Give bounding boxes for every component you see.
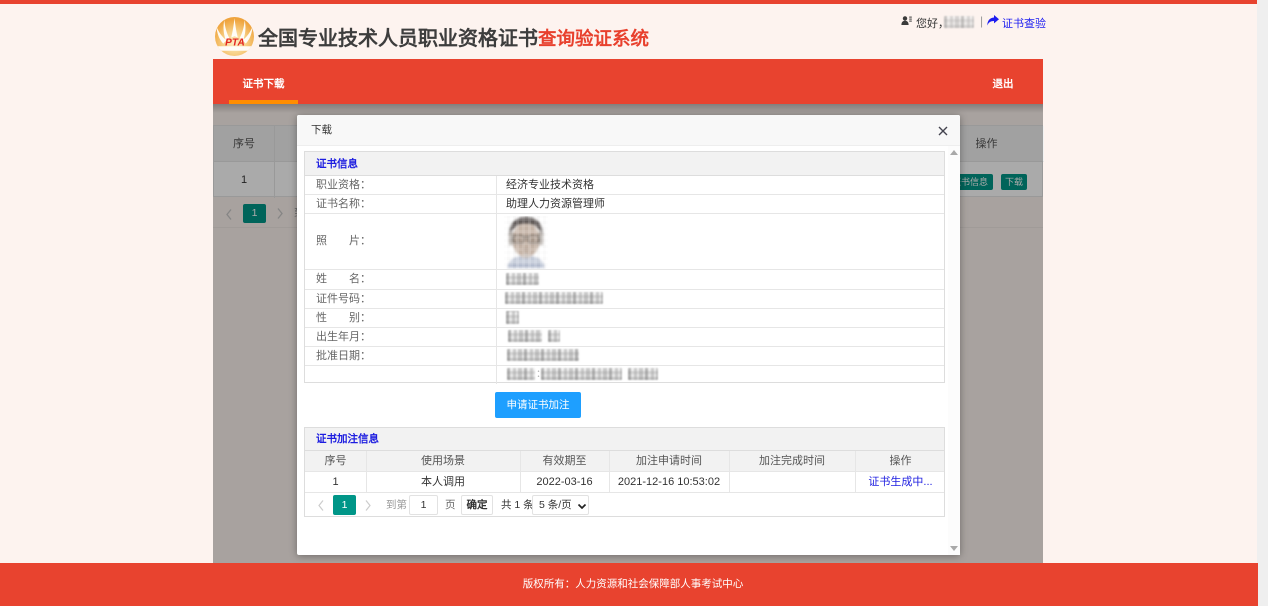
svg-text:PTA: PTA [225,37,245,48]
